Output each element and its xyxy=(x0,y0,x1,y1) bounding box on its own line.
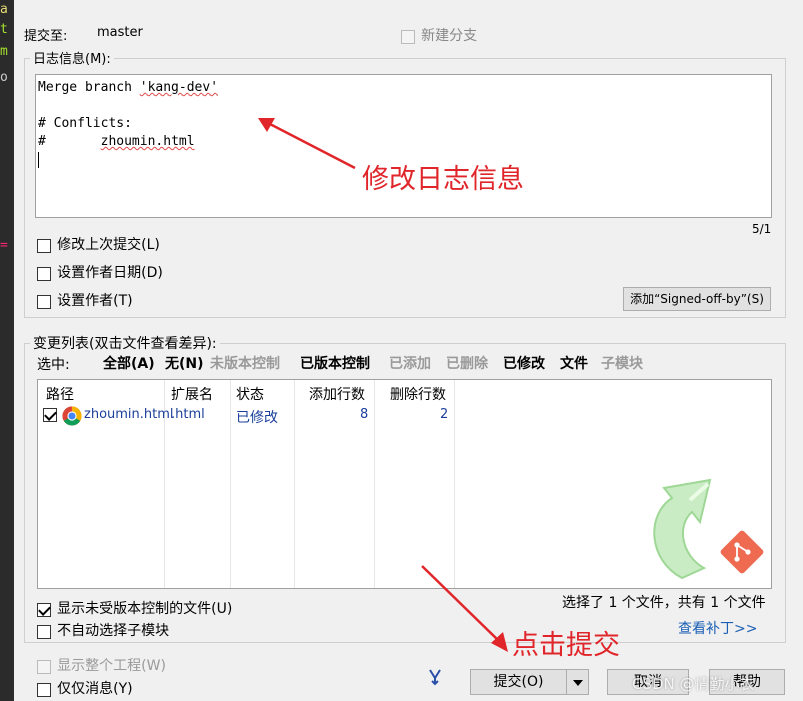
message-only-checkbox[interactable]: 仅仅消息(Y) xyxy=(37,678,133,698)
set-author-date-checkbox[interactable]: 设置作者日期(D) xyxy=(37,262,163,282)
signed-off-button[interactable]: 添加“Signed-off-by”(S) xyxy=(623,287,771,311)
table-row[interactable] xyxy=(43,407,57,422)
row-extension: .html xyxy=(171,407,205,422)
show-whole-project-checkbox[interactable]: 显示整个工程(W) xyxy=(37,655,166,675)
filter-submodules[interactable]: 子模块 xyxy=(601,353,643,373)
branch-name: master xyxy=(97,25,143,40)
log-message-editor[interactable]: Merge branch 'kang-dev' # Conflicts: # zh… xyxy=(35,74,772,218)
commit-to-label: 提交至: xyxy=(24,29,68,44)
no-auto-submodule-checkbox[interactable]: 不自动选择子模块 xyxy=(37,620,169,640)
column-header-extension[interactable]: 扩展名 xyxy=(171,384,213,404)
amend-checkbox[interactable]: 修改上次提交(L) xyxy=(37,234,160,254)
view-patch-link[interactable]: 查看补丁>> xyxy=(678,618,757,638)
annotation-edit-log: 修改日志信息 xyxy=(362,164,524,195)
amend-label: 修改上次提交(L) xyxy=(57,237,160,253)
message-only-check-icon[interactable] xyxy=(37,682,51,697)
column-header-added-lines[interactable]: 添加行数 xyxy=(309,384,365,404)
merge-arrow-icon xyxy=(429,669,441,686)
no-auto-submodule-label: 不自动选择子模块 xyxy=(57,623,170,639)
message-line-4: # zhoumin.html xyxy=(38,134,195,149)
no-auto-submodule-check-icon[interactable] xyxy=(37,624,51,639)
row-added-lines: 8 xyxy=(360,407,369,422)
new-branch-check-icon[interactable] xyxy=(401,29,415,44)
annotation-click-commit: 点击提交 xyxy=(512,630,620,661)
new-branch-checkbox[interactable]: 新建分支 xyxy=(401,25,477,45)
chevron-down-icon xyxy=(573,680,583,686)
filter-versioned[interactable]: 已版本控制 xyxy=(300,353,370,373)
set-author-date-check-icon[interactable] xyxy=(37,266,51,281)
log-message-label: 日志信息(M): xyxy=(30,48,114,67)
chrome-file-icon xyxy=(62,406,82,426)
select-label: 选中: xyxy=(37,357,70,373)
message-only-label: 仅仅消息(Y) xyxy=(57,681,133,697)
column-divider[interactable] xyxy=(294,380,295,588)
message-counter: 5/1 xyxy=(752,222,772,236)
column-divider[interactable] xyxy=(230,380,231,588)
csdn-watermark: CSDN @情勤小衣 xyxy=(632,675,755,693)
new-branch-label: 新建分支 xyxy=(421,28,478,44)
amend-check-icon[interactable] xyxy=(37,238,51,253)
message-line-2 xyxy=(38,97,769,115)
row-path: zhoumin.html xyxy=(84,407,174,422)
row-deleted-lines: 2 xyxy=(440,407,449,422)
filter-modified[interactable]: 已修改 xyxy=(503,353,545,373)
message-line-1: Merge branch 'kang-dev' xyxy=(38,80,219,95)
row-checkbox[interactable] xyxy=(43,407,57,422)
commit-dropdown-button[interactable] xyxy=(566,669,589,695)
column-divider[interactable] xyxy=(374,380,375,588)
filter-none[interactable]: 无(N) xyxy=(165,353,204,373)
column-divider[interactable] xyxy=(454,380,455,588)
row-status: 已修改 xyxy=(236,410,278,426)
filter-unversioned[interactable]: 未版本控制 xyxy=(210,353,280,373)
background-editor-strip: a t m o = xyxy=(0,0,14,701)
filter-all[interactable]: 全部(A) xyxy=(103,353,155,373)
show-unversioned-checkbox[interactable]: 显示未受版本控制的文件(U) xyxy=(37,598,232,618)
message-line-3: # Conflicts: xyxy=(38,116,132,131)
show-whole-project-check-icon[interactable] xyxy=(37,659,51,674)
changes-label: 变更列表(双击文件查看差异): xyxy=(30,333,220,353)
set-author-checkbox[interactable]: 设置作者(T) xyxy=(37,290,133,310)
branch-word: 'kang-dev' xyxy=(139,80,219,95)
filter-files[interactable]: 文件 xyxy=(560,353,588,373)
set-author-date-label: 设置作者日期(D) xyxy=(57,265,163,281)
text-cursor xyxy=(38,152,39,168)
set-author-check-icon[interactable] xyxy=(37,294,51,309)
commit-logo-icon xyxy=(653,478,764,580)
commit-button[interactable]: 提交(O) xyxy=(470,669,567,695)
filter-deleted[interactable]: 已删除 xyxy=(446,353,488,373)
show-unversioned-check-icon[interactable] xyxy=(37,602,51,617)
file-list-table[interactable]: 路径 扩展名 状态 添加行数 删除行数 zhoumin.html .html 已… xyxy=(37,379,772,589)
filter-added[interactable]: 已添加 xyxy=(389,353,431,373)
show-whole-project-label: 显示整个工程(W) xyxy=(57,658,166,674)
set-author-label: 设置作者(T) xyxy=(57,293,133,309)
show-unversioned-label: 显示未受版本控制的文件(U) xyxy=(57,601,233,617)
selection-summary: 选择了 1 个文件，共有 1 个文件 xyxy=(562,595,766,611)
column-header-deleted-lines[interactable]: 删除行数 xyxy=(390,384,446,404)
column-header-status[interactable]: 状态 xyxy=(236,384,264,404)
column-header-path[interactable]: 路径 xyxy=(46,384,74,404)
file-word: zhoumin.html xyxy=(100,134,195,149)
